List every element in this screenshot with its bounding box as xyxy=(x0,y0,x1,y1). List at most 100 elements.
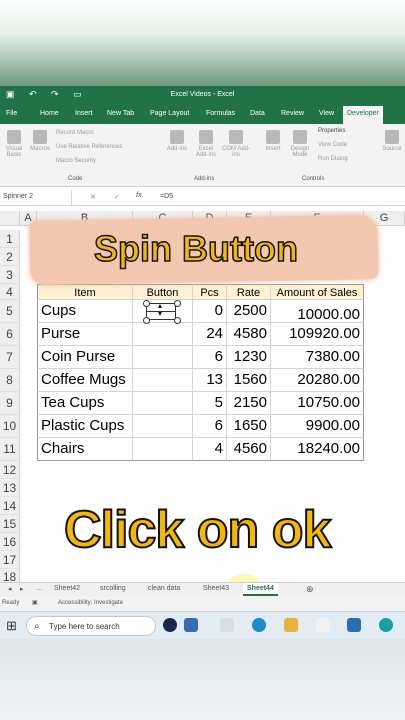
addins-button[interactable]: Add-ins xyxy=(166,130,188,152)
row-header-15[interactable]: 15 xyxy=(0,515,20,533)
visual-basic-button[interactable]: Visual Basic xyxy=(2,130,26,158)
header-pcs[interactable]: Pcs xyxy=(193,284,227,300)
cell-rate[interactable]: 1230 xyxy=(227,346,271,369)
cell-amount[interactable]: 9900.00 xyxy=(271,415,364,438)
tab-formulas[interactable]: Formulas xyxy=(206,110,235,117)
spin-down-icon[interactable]: ▾ xyxy=(158,309,162,318)
row-header-2[interactable]: 2 xyxy=(0,248,20,266)
cell-rate[interactable]: 2500 xyxy=(227,300,271,323)
excel-addins-button[interactable]: Excel Add-ins xyxy=(192,130,220,158)
cell-amount[interactable]: 109920.00 xyxy=(271,323,364,346)
resize-handle[interactable] xyxy=(174,317,181,324)
cell-item[interactable]: Plastic Cups xyxy=(37,415,133,438)
resize-handle[interactable] xyxy=(174,300,181,307)
cell-item[interactable]: Purse xyxy=(37,323,133,346)
cell-pcs[interactable]: 6 xyxy=(193,346,227,369)
store-icon[interactable] xyxy=(316,618,330,632)
cell-button[interactable] xyxy=(133,323,193,346)
row-header-16[interactable]: 16 xyxy=(0,533,20,551)
cell-button[interactable] xyxy=(133,346,193,369)
source-button[interactable]: Source xyxy=(380,130,404,152)
windows-start-icon[interactable]: ⊞ xyxy=(6,618,17,634)
insert-controls-button[interactable]: Insert xyxy=(262,130,284,152)
properties-button[interactable]: Properties xyxy=(318,128,345,134)
macros-button[interactable]: Macros xyxy=(28,130,52,152)
cell-rate[interactable]: 1560 xyxy=(227,369,271,392)
enter-icon[interactable]: ✓ xyxy=(114,193,120,201)
row-header-9[interactable]: 9 xyxy=(0,392,20,415)
tab-review[interactable]: Review xyxy=(281,110,304,117)
tab-insert[interactable]: Insert xyxy=(75,110,93,117)
cell-rate[interactable]: 1650 xyxy=(227,415,271,438)
row-header-4[interactable]: 4 xyxy=(0,284,20,300)
row-header-8[interactable]: 8 xyxy=(0,369,20,392)
tab-data[interactable]: Data xyxy=(250,110,265,117)
accessibility-status[interactable]: Accessibility: Investigate xyxy=(58,600,123,606)
cell-button[interactable] xyxy=(133,369,193,392)
cell-item[interactable]: Tea Cups xyxy=(37,392,133,415)
cell-item[interactable]: Chairs xyxy=(37,438,133,461)
fx-icon[interactable]: fx xyxy=(136,192,141,199)
row-header-10[interactable]: 10 xyxy=(0,415,20,438)
file-explorer-icon[interactable] xyxy=(284,618,298,632)
row-header-6[interactable]: 6 xyxy=(0,323,20,346)
sheet-tab-srcolling[interactable]: srcolling xyxy=(100,585,126,592)
tab-home[interactable]: Home xyxy=(40,110,59,117)
tab-file[interactable]: File xyxy=(6,110,17,117)
add-sheet-icon[interactable]: ⊕ xyxy=(306,584,314,595)
cell-rate[interactable]: 4580 xyxy=(227,323,271,346)
soccer-ball-icon[interactable] xyxy=(163,618,177,632)
tab-page-layout[interactable]: Page Layout xyxy=(150,110,189,117)
run-dialog-button[interactable]: Run Dialog xyxy=(318,156,348,162)
cell-item[interactable]: Cups xyxy=(37,300,133,323)
cell-item[interactable]: Coin Purse xyxy=(37,346,133,369)
sheet-tab-sheet42[interactable]: Sheet42 xyxy=(54,585,80,592)
cell-pcs[interactable]: 13 xyxy=(193,369,227,392)
row-header-13[interactable]: 13 xyxy=(0,479,20,497)
cell-item[interactable]: Coffee Mugs xyxy=(37,369,133,392)
header-item[interactable]: Item xyxy=(37,284,133,300)
row-header-7[interactable]: 7 xyxy=(0,346,20,369)
cell-pcs[interactable]: 0 xyxy=(193,300,227,323)
cell-button[interactable] xyxy=(133,392,193,415)
prev-sheet-icon[interactable]: ◂ xyxy=(8,585,12,593)
cell-button[interactable] xyxy=(133,438,193,461)
edge-browser-icon[interactable] xyxy=(252,618,266,632)
header-rate[interactable]: Rate xyxy=(227,284,271,300)
cell-amount[interactable]: 10000.00 xyxy=(271,300,364,323)
row-header-14[interactable]: 14 xyxy=(0,497,20,515)
spin-button-control[interactable]: ▴ ▾ xyxy=(146,301,176,320)
taskbar-search-input[interactable]: ⌕ Type here to search xyxy=(26,616,156,636)
view-code-button[interactable]: View Code xyxy=(318,142,347,148)
row-header-1[interactable]: 1 xyxy=(0,230,20,248)
cell-pcs[interactable]: 5 xyxy=(193,392,227,415)
select-all-corner[interactable] xyxy=(0,211,20,226)
record-macro-button[interactable]: Record Macro xyxy=(56,130,94,136)
cell-amount[interactable]: 7380.00 xyxy=(271,346,364,369)
task-view-icon[interactable] xyxy=(220,618,234,632)
cell-amount[interactable]: 10750.00 xyxy=(271,392,364,415)
relative-references-button[interactable]: Use Relative References xyxy=(56,144,122,150)
row-header-12[interactable]: 12 xyxy=(0,461,20,479)
formula-input[interactable]: =D5 xyxy=(160,193,173,200)
macro-record-icon[interactable]: ▣ xyxy=(32,599,38,606)
cell-amount[interactable]: 20280.00 xyxy=(271,369,364,392)
header-amount[interactable]: Amount of Sales xyxy=(271,284,364,300)
sheet-tab-sheet44[interactable]: Sheet44 xyxy=(243,583,278,596)
tab-new-tab[interactable]: New Tab xyxy=(107,110,134,117)
weather-icon[interactable] xyxy=(184,618,198,632)
row-header-5[interactable]: 5 xyxy=(0,300,20,323)
sheet-tab-sheet43[interactable]: Sheet43 xyxy=(203,585,229,592)
name-box[interactable]: Spinner 2 xyxy=(0,190,72,205)
row-header-3[interactable]: 3 xyxy=(0,266,20,284)
cell-pcs[interactable]: 24 xyxy=(193,323,227,346)
cell-pcs[interactable]: 6 xyxy=(193,415,227,438)
sheet-tab-clean-data[interactable]: clean data xyxy=(148,585,180,592)
cell-pcs[interactable]: 4 xyxy=(193,438,227,461)
resize-handle[interactable] xyxy=(143,317,150,324)
cell-button[interactable] xyxy=(133,415,193,438)
cell-rate[interactable]: 2150 xyxy=(227,392,271,415)
tab-view[interactable]: View xyxy=(319,110,334,117)
resize-handle[interactable] xyxy=(143,300,150,307)
mail-icon[interactable] xyxy=(347,618,361,632)
